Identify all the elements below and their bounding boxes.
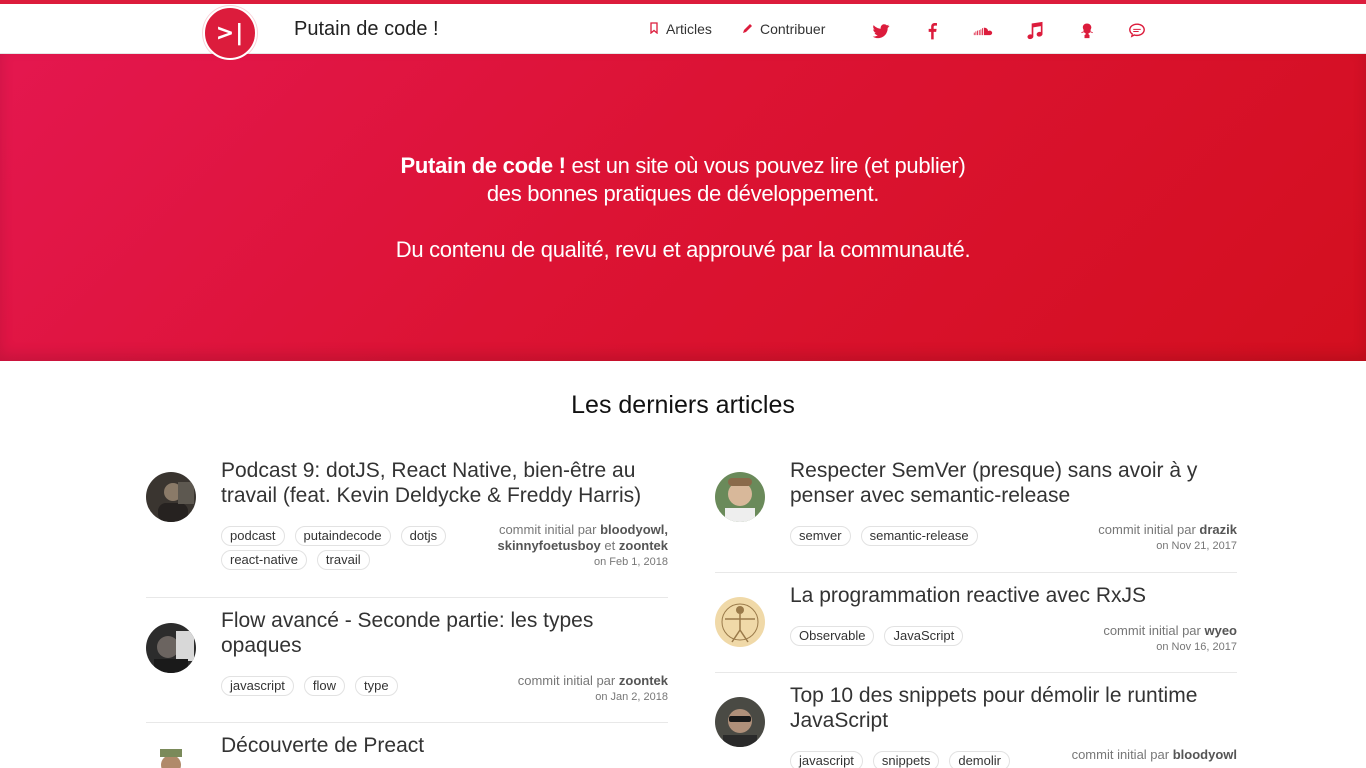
hero-brand: Putain de code ! [400, 153, 566, 178]
author-link[interactable]: bloodyowl, [600, 522, 668, 537]
author-avatar[interactable] [146, 745, 196, 768]
author-avatar[interactable] [146, 472, 196, 522]
tag[interactable]: Observable [790, 626, 875, 646]
twitter-icon[interactable] [870, 20, 892, 42]
meta-prefix: commit initial par [1103, 623, 1201, 638]
top-navigation-bar: >| Putain de code ! Articles Contribuer [0, 0, 1366, 60]
nav-articles-link[interactable]: Articles [648, 21, 712, 37]
nav-contribuer-label: Contribuer [760, 21, 826, 37]
author-link[interactable]: wyeo [1204, 623, 1237, 638]
article-date: on Nov 16, 2017 [1156, 641, 1237, 653]
article-card: Podcast 9: dotJS, React Native, bien-êtr… [146, 455, 668, 598]
author-avatar[interactable] [146, 623, 196, 673]
tag[interactable]: JavaScript [884, 626, 964, 646]
article-date: on Jan 2, 2018 [595, 691, 668, 703]
meta-prefix: commit initial par [1098, 522, 1196, 537]
article-title-link[interactable]: Podcast 9: dotJS, React Native, bien-êtr… [221, 458, 671, 508]
article-meta: commit initial par wyeo on Nov 16, 2017 [1103, 623, 1237, 655]
tag-list: Observable JavaScript [790, 626, 1050, 646]
tag[interactable]: semver [790, 526, 851, 546]
hero-line-2: des bonnes pratiques de développement. [486, 181, 880, 206]
tag[interactable]: podcast [221, 526, 285, 546]
tag[interactable]: travail [316, 550, 370, 570]
meta-conjunction: et [604, 538, 616, 553]
author-link[interactable]: bloodyowl [1173, 747, 1237, 762]
author-avatar[interactable] [715, 472, 765, 522]
pencil-icon [742, 21, 754, 37]
article-meta: commit initial par drazik on Nov 21, 201… [1098, 522, 1237, 554]
nav-articles-label: Articles [666, 21, 712, 37]
article-meta: commit initial par bloodyowl, skinnyfoet… [497, 522, 668, 570]
meta-prefix: commit initial par [1071, 747, 1170, 762]
article-card: Respecter SemVer (presque) sans avoir à … [715, 455, 1237, 573]
tag-list: podcast putaindecode dotjs react-native … [221, 526, 481, 570]
tag[interactable]: dotjs [400, 526, 447, 546]
section-title: Les derniers articles [571, 391, 795, 419]
hero-line-1-text: est un site où vous pouvez lire (et publ… [565, 153, 966, 178]
nav-contribuer-link[interactable]: Contribuer [742, 21, 825, 37]
article-card: Flow avancé - Seconde partie: les types … [146, 598, 668, 723]
hero-line-1: Putain de code ! est un site où vous pou… [0, 152, 1366, 180]
tag[interactable]: type [355, 676, 398, 696]
article-card: Découverte de Preact [146, 723, 668, 768]
soundcloud-icon[interactable] [972, 20, 994, 42]
author-link[interactable]: zoontek [619, 673, 668, 688]
article-title-link[interactable]: Découverte de Preact [221, 733, 671, 758]
author-link[interactable]: drazik [1199, 522, 1237, 537]
meta-prefix: commit initial par [517, 673, 616, 688]
article-title-link[interactable]: La programmation reactive avec RxJS [790, 583, 1240, 608]
music-note-icon[interactable] [1024, 20, 1046, 42]
article-title-link[interactable]: Respecter SemVer (presque) sans avoir à … [790, 458, 1240, 508]
article-date: on Feb 1, 2018 [593, 556, 668, 568]
tag-list: javascript snippets demolir [790, 751, 1050, 768]
tag[interactable]: putaindecode [294, 526, 391, 546]
hero-banner: Putain de code ! est un site où vous pou… [0, 54, 1366, 361]
tag[interactable]: snippets [872, 751, 940, 768]
site-title[interactable]: Putain de code ! [294, 18, 439, 41]
article-date: on Nov 21, 2017 [1156, 540, 1237, 552]
hero-line-3: Du contenu de qualité, revu et approuvé … [395, 237, 971, 262]
tag[interactable]: flow [303, 676, 346, 696]
tag-list: semver semantic-release [790, 526, 1050, 546]
author-avatar[interactable] [715, 597, 765, 647]
article-title-link[interactable]: Top 10 des snippets pour démolir le runt… [790, 683, 1240, 733]
chat-icon[interactable] [1126, 20, 1148, 42]
site-logo[interactable]: >| [203, 6, 257, 60]
article-card: Top 10 des snippets pour démolir le runt… [715, 673, 1237, 768]
meta-prefix: commit initial par [498, 522, 597, 537]
article-meta: commit initial par zoontek on Jan 2, 201… [518, 673, 668, 705]
article-title-link[interactable]: Flow avancé - Seconde partie: les types … [221, 608, 671, 658]
tag[interactable]: react-native [221, 550, 307, 570]
author-link[interactable]: zoontek [619, 538, 668, 553]
tag[interactable]: javascript [221, 676, 294, 696]
author-link[interactable]: skinnyfoetusboy [497, 538, 600, 553]
tag[interactable]: semantic-release [860, 526, 978, 546]
article-card: La programmation reactive avec RxJS Obse… [715, 573, 1237, 673]
author-avatar[interactable] [715, 697, 765, 747]
facebook-icon[interactable] [921, 20, 943, 42]
tag[interactable]: demolir [949, 751, 1010, 768]
tag[interactable]: javascript [790, 751, 863, 768]
bookmark-icon [648, 21, 660, 37]
tag-list: javascript flow type [221, 676, 481, 696]
github-icon[interactable] [1076, 20, 1098, 42]
article-meta: commit initial par bloodyowl [1072, 747, 1237, 763]
